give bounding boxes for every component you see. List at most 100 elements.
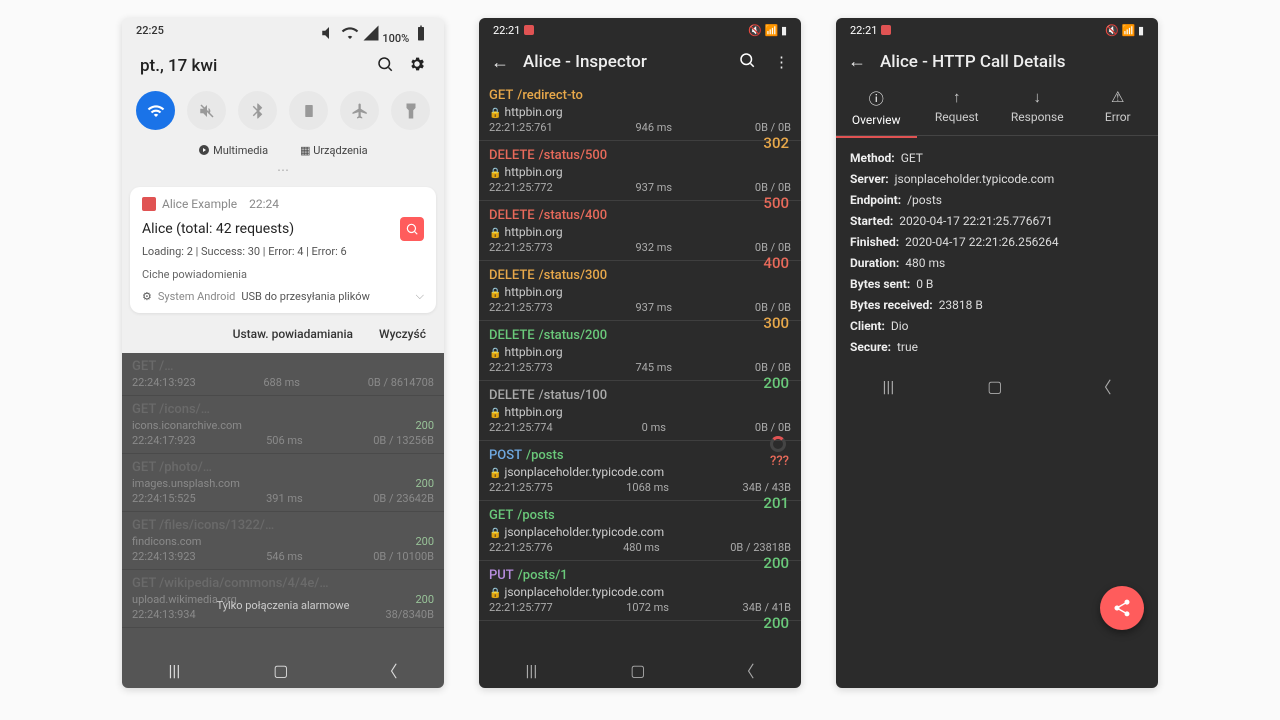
app-bar: ← Alice - Inspector ⋮ [479,43,801,81]
mute-icon [320,24,338,42]
phone-notification-shade: 22:25 100% pt., 17 kwi Multimedia ▦ Urzą… [122,18,444,688]
page-title: Alice - Inspector [523,52,647,72]
status-bar: 22:21 🔇 📶 ▮ [479,18,801,43]
qs-rotate[interactable] [289,91,328,130]
status-bar: 22:25 100% [122,18,444,51]
qs-airplane[interactable] [340,91,379,130]
request-row[interactable]: DELETE/status/100 🔒httpbin.org 22:21:25:… [479,381,801,441]
phone-details: 22:21 🔇 📶 ▮ ← Alice - HTTP Call Details … [836,18,1158,688]
home-button[interactable]: ▢ [630,661,645,680]
search-icon[interactable] [376,55,394,77]
status-time: 22:21 [850,24,877,37]
status-icons: 🔇 📶 ▮ [1105,24,1144,37]
tab-request[interactable]: ↑Request [917,80,998,135]
detail-row: Endpoint:/posts [850,190,1144,211]
tab-error[interactable]: ⚠Error [1078,80,1159,135]
detail-row: Server:jsonplaceholder.typicode.com [850,169,1144,190]
request-row[interactable]: DELETE/status/500 🔒httpbin.org 22:21:25:… [479,141,801,201]
back-button[interactable]: ← [848,51,866,72]
warning-icon: ⚠ [1082,88,1155,106]
shade-handle[interactable]: ⋯ [122,163,444,183]
quick-settings-row [122,87,444,138]
date-row: pt., 17 kwi [122,51,444,87]
detail-row: Client:Dio [850,316,1144,337]
request-row[interactable]: DELETE/status/400 🔒httpbin.org 22:21:25:… [479,201,801,261]
shade-actions: Ustaw. powiadamiania Wyczyść [122,317,444,353]
notif-settings-button[interactable]: Ustaw. powiadamiania [233,327,353,341]
detail-row: Method:GET [850,148,1144,169]
request-row[interactable]: PUT/posts/1 🔒jsonplaceholder.typicode.co… [479,561,801,621]
notif-title: Alice (total: 42 requests) [142,221,294,237]
request-list[interactable]: GET/redirect-to 🔒httpbin.org 22:21:25:76… [479,81,801,652]
phone-inspector: 22:21 🔇 📶 ▮ ← Alice - Inspector ⋮ GET/re… [479,18,801,688]
tab-overview[interactable]: ⓘOverview [836,80,917,135]
notif-search-button[interactable] [400,217,424,241]
back-button[interactable]: 〈 [738,658,754,682]
media-label[interactable]: Multimedia [198,144,268,157]
info-icon: ⓘ [840,88,913,109]
request-row[interactable]: GET/posts 🔒jsonplaceholder.typicode.com … [479,501,801,561]
app-icon [142,197,156,211]
gear-icon: ⚙ [142,290,152,303]
home-button[interactable]: ▢ [987,377,1002,396]
detail-row: Started:2020-04-17 22:21:25.776671 [850,211,1144,232]
notif-title-row: Alice (total: 42 requests) [142,217,424,241]
search-button[interactable] [738,51,756,73]
chevron-down-icon: ⌵ [416,289,424,303]
tab-response[interactable]: ↓Response [997,80,1078,135]
wifi-icon [341,24,359,42]
status-right: 100% [320,24,430,45]
date-text: pt., 17 kwi [140,56,217,76]
upload-icon: ↑ [921,88,994,106]
signal-icon [362,24,380,42]
system-text: USB do przesyłania plików [241,290,370,303]
share-fab[interactable] [1100,586,1144,630]
page-title: Alice - HTTP Call Details [880,52,1066,72]
devices-label[interactable]: ▦ Urządzenia [300,144,368,157]
app-bar: ← Alice - HTTP Call Details [836,43,1158,80]
recents-button[interactable]: ||| [169,661,181,680]
nav-bar: ||| ▢ 〈 [836,368,1158,404]
more-button[interactable]: ⋮ [774,53,789,71]
gear-icon[interactable] [408,55,426,77]
status-time: 22:21 [493,24,520,37]
recents-button[interactable]: ||| [526,661,538,680]
status-bar: 22:21 🔇 📶 ▮ [836,18,1158,43]
system-notification[interactable]: ⚙ System Android USB do przesyłania plik… [142,289,424,303]
battery-icon [412,24,430,42]
detail-row: Bytes received:23818 B [850,295,1144,316]
share-icon [1112,598,1132,618]
clear-button[interactable]: Wyczyść [379,327,426,341]
request-row[interactable]: GET/redirect-to 🔒httpbin.org 22:21:25:76… [479,81,801,141]
detail-row: Duration:480 ms [850,253,1144,274]
notif-time: 22:24 [249,197,279,211]
notif-subtitle: Loading: 2 | Success: 30 | Error: 4 | Er… [142,245,424,258]
nav-bar: ||| ▢ 〈 [479,652,801,688]
connection-status: Tylko połączenia alarmowe [122,599,444,612]
qs-flashlight[interactable] [391,91,430,130]
detail-row: Bytes sent:0 B [850,274,1144,295]
back-button[interactable]: ← [491,52,509,73]
qs-wifi[interactable] [136,91,175,130]
tabs: ⓘOverview ↑Request ↓Response ⚠Error [836,80,1158,136]
media-devices-row: Multimedia ▦ Urządzenia [122,138,444,163]
request-row[interactable]: DELETE/status/300 🔒httpbin.org 22:21:25:… [479,261,801,321]
detail-row: Finished:2020-04-17 22:21:26.256264 [850,232,1144,253]
details-pane: Method:GETServer:jsonplaceholder.typicod… [836,138,1158,368]
notif-app-name: Alice Example [162,197,237,211]
record-icon [881,25,891,35]
qs-sound[interactable] [187,91,226,130]
back-button[interactable]: 〈 [1095,374,1111,398]
detail-row: Secure:true [850,337,1144,358]
back-button[interactable]: 〈 [381,658,397,682]
recents-button[interactable]: ||| [883,377,895,396]
system-label: System Android [158,290,235,303]
notif-header: Alice Example 22:24 [142,197,424,211]
quiet-notifications-label: Ciche powiadomienia [142,268,424,281]
home-button[interactable]: ▢ [273,661,288,680]
notification-card[interactable]: Alice Example 22:24 Alice (total: 42 req… [130,187,436,313]
request-row[interactable]: POST/posts 🔒jsonplaceholder.typicode.com… [479,441,801,501]
qs-bluetooth[interactable] [238,91,277,130]
request-row[interactable]: DELETE/status/200 🔒httpbin.org 22:21:25:… [479,321,801,381]
nav-bar: ||| ▢ 〈 [122,652,444,688]
